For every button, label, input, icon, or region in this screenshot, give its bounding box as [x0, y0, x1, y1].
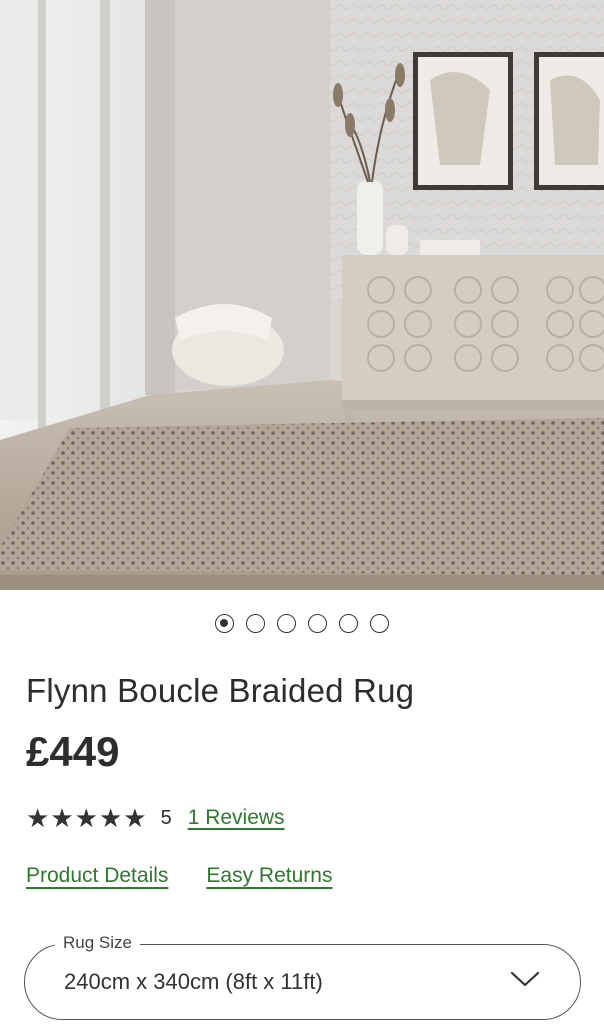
easy-returns-link[interactable]: Easy Returns — [206, 864, 332, 888]
rug-size-value: 240cm x 340cm (8ft x 11ft) — [64, 969, 323, 994]
rating-row: ★ ★ ★ ★ ★ 5 1 Reviews — [26, 804, 285, 832]
chevron-down-icon — [510, 971, 540, 987]
carousel-dot-6[interactable] — [370, 614, 389, 633]
reviews-link[interactable]: 1 Reviews — [188, 806, 285, 830]
star-icon: ★ — [123, 803, 147, 833]
product-image[interactable] — [0, 0, 604, 590]
rug-size-label: Rug Size — [55, 933, 140, 953]
rating-value: 5 — [160, 806, 172, 829]
star-icon: ★ — [98, 803, 123, 833]
star-icon: ★ — [74, 803, 98, 833]
info-links: Product Details Easy Returns — [26, 864, 332, 888]
rating-stars: ★ ★ ★ ★ ★ — [26, 804, 147, 832]
rug-size-select[interactable]: Rug Size 240cm x 340cm (8ft x 11ft) — [24, 933, 581, 1020]
carousel-dot-3[interactable] — [277, 614, 296, 633]
product-title: Flynn Boucle Braided Rug — [26, 672, 415, 709]
star-icon: ★ — [50, 803, 74, 833]
product-price: £449 — [26, 728, 120, 775]
carousel-dot-5[interactable] — [339, 614, 358, 633]
image-carousel-indicators — [0, 614, 604, 633]
carousel-dot-2[interactable] — [246, 614, 265, 633]
carousel-dot-4[interactable] — [308, 614, 327, 633]
carousel-dot-1[interactable] — [215, 614, 234, 633]
star-icon: ★ — [26, 803, 50, 833]
product-details-link[interactable]: Product Details — [26, 864, 168, 888]
